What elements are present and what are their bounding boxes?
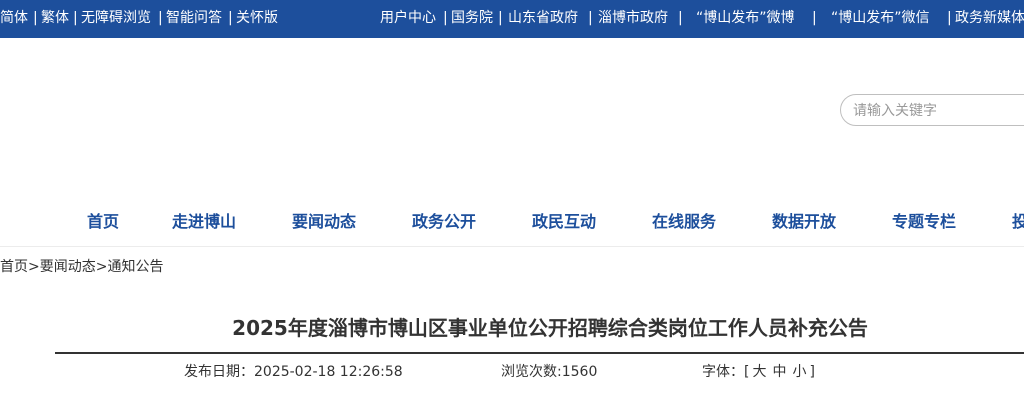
separator: | [33, 10, 38, 26]
boshan-weibo-link[interactable]: “博山发布”微博 [696, 9, 795, 27]
separator: | [588, 10, 593, 26]
state-council-link[interactable]: 国务院 [451, 9, 493, 27]
main-navigation: 首页 走进博山 要闻动态 政务公开 政民互动 在线服务 数据开放 专题专栏 投 [0, 198, 1024, 242]
nav-truncated-item[interactable]: 投 [1012, 208, 1024, 232]
separator: | [498, 10, 503, 26]
view-count: 浏览次数:1560 [501, 361, 597, 381]
nav-open-data[interactable]: 数据开放 [772, 208, 836, 232]
separator: | [73, 10, 78, 26]
nav-about-boshan[interactable]: 走进博山 [172, 208, 236, 232]
title-divider [55, 352, 1024, 354]
breadcrumb-home[interactable]: 首页 [0, 259, 28, 275]
nav-online-services[interactable]: 在线服务 [652, 208, 716, 232]
simplified-chinese-link[interactable]: 简体 [0, 9, 28, 27]
nav-news[interactable]: 要闻动态 [292, 208, 356, 232]
nav-divider [0, 246, 1024, 247]
separator: | [678, 10, 683, 26]
separator: | [812, 10, 817, 26]
article-title: 2025年度淄博市博山区事业单位公开招聘综合类岗位工作人员补充公告 [232, 316, 868, 340]
boshan-wechat-link[interactable]: “博山发布”微信 [831, 9, 930, 27]
breadcrumb-news[interactable]: 要闻动态 [40, 259, 96, 275]
breadcrumb-separator: > [95, 259, 108, 275]
publish-date: 发布日期：2025-02-18 12:26:58 [184, 361, 403, 381]
gov-new-media-link[interactable]: 政务新媒体 [955, 9, 1024, 27]
separator: | [228, 10, 233, 26]
font-size-control: 字体：[大中小] [702, 361, 815, 381]
font-large-button[interactable]: 大 [752, 364, 766, 380]
font-size-bracket-close: ] [809, 364, 815, 380]
nav-interaction[interactable]: 政民互动 [532, 208, 596, 232]
breadcrumb: 首页>要闻动态>通知公告 [0, 256, 163, 276]
smart-qa-link[interactable]: 智能问答 [166, 9, 222, 27]
user-center-link[interactable]: 用户中心 [380, 9, 436, 27]
separator: | [158, 10, 163, 26]
shandong-gov-link[interactable]: 山东省政府 [508, 9, 578, 27]
separator: | [947, 10, 952, 26]
elderly-care-mode-link[interactable]: 关怀版 [236, 9, 278, 27]
zibo-gov-link[interactable]: 淄博市政府 [598, 9, 668, 27]
breadcrumb-separator: > [28, 259, 40, 275]
nav-home[interactable]: 首页 [87, 208, 119, 232]
nav-special-topics[interactable]: 专题专栏 [892, 208, 956, 232]
nav-gov-disclosure[interactable]: 政务公开 [412, 208, 476, 232]
font-size-bracket-open: [ [744, 364, 750, 380]
publish-date-label: 发布日期： [184, 364, 254, 380]
font-small-button[interactable]: 小 [792, 364, 806, 380]
top-utility-bar: 简体 | 繁体 | 无障碍浏览 | 智能问答 | 关怀版 用户中心 | 国务院 … [0, 0, 1024, 38]
publish-date-value: 2025-02-18 12:26:58 [254, 364, 403, 380]
font-medium-button[interactable]: 中 [772, 364, 786, 380]
view-count-value: 1560 [561, 364, 598, 380]
separator: | [443, 10, 448, 26]
traditional-chinese-link[interactable]: 繁体 [41, 9, 69, 27]
accessibility-link[interactable]: 无障碍浏览 [81, 9, 151, 27]
breadcrumb-notices[interactable]: 通知公告 [107, 259, 163, 275]
search-input[interactable] [853, 101, 1023, 121]
view-count-label: 浏览次数: [501, 364, 562, 380]
font-size-label: 字体： [702, 364, 744, 380]
search-box [840, 94, 1024, 126]
